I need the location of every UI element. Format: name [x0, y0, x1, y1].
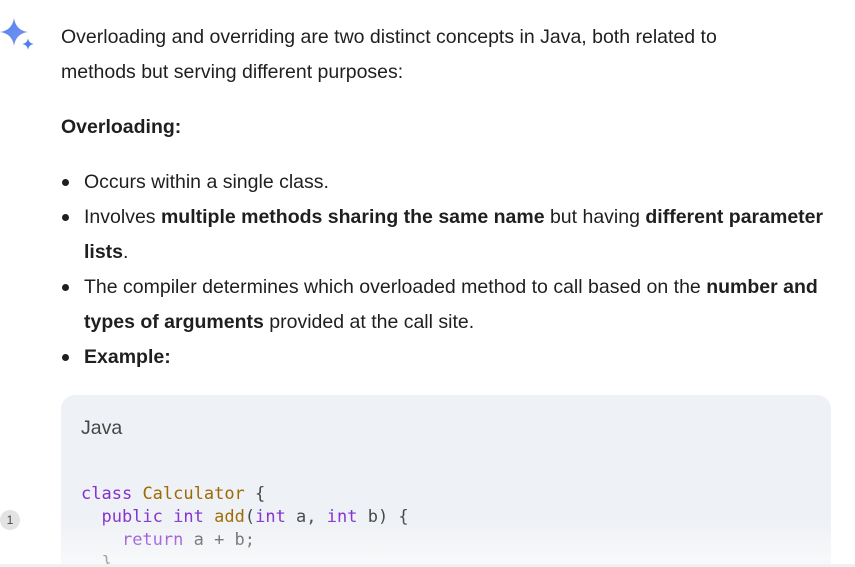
bullet-item-2: Involves multiple methods sharing the sa… — [61, 200, 831, 270]
bullet-item-4: Example: — [61, 340, 831, 375]
code-line-1: class Calculator { — [81, 484, 266, 504]
code-content[interactable]: class Calculator { public int add(int a,… — [81, 483, 409, 567]
gemini-spark-icon — [0, 18, 34, 50]
bullet-dot — [62, 179, 69, 186]
bullet-item-1: Occurs within a single class. — [61, 165, 831, 200]
bullet-item-3: The compiler determines which overloaded… — [61, 270, 831, 340]
bullet-list: Occurs within a single class. Involves m… — [61, 145, 831, 375]
code-line-3: return a + b; — [121, 530, 256, 550]
code-line-2: public int add(int a, int b) { — [101, 507, 409, 527]
count-badge: 1 — [0, 510, 20, 530]
bullet-dot — [62, 284, 69, 291]
section-heading: Overloading: — [61, 116, 182, 138]
bullet-dot — [62, 214, 69, 221]
code-language-label: Java — [81, 417, 123, 439]
intro-line-2: methods but serving different purposes: — [61, 61, 404, 83]
bullet-dot — [62, 354, 69, 361]
assistant-response: Overloading and overriding are two disti… — [61, 0, 831, 375]
code-block[interactable]: Java class Calculator { public int add(i… — [61, 395, 831, 567]
intro-line-1: Overloading and overriding are two disti… — [61, 26, 717, 48]
intro-paragraph: Overloading and overriding are two disti… — [61, 0, 831, 90]
